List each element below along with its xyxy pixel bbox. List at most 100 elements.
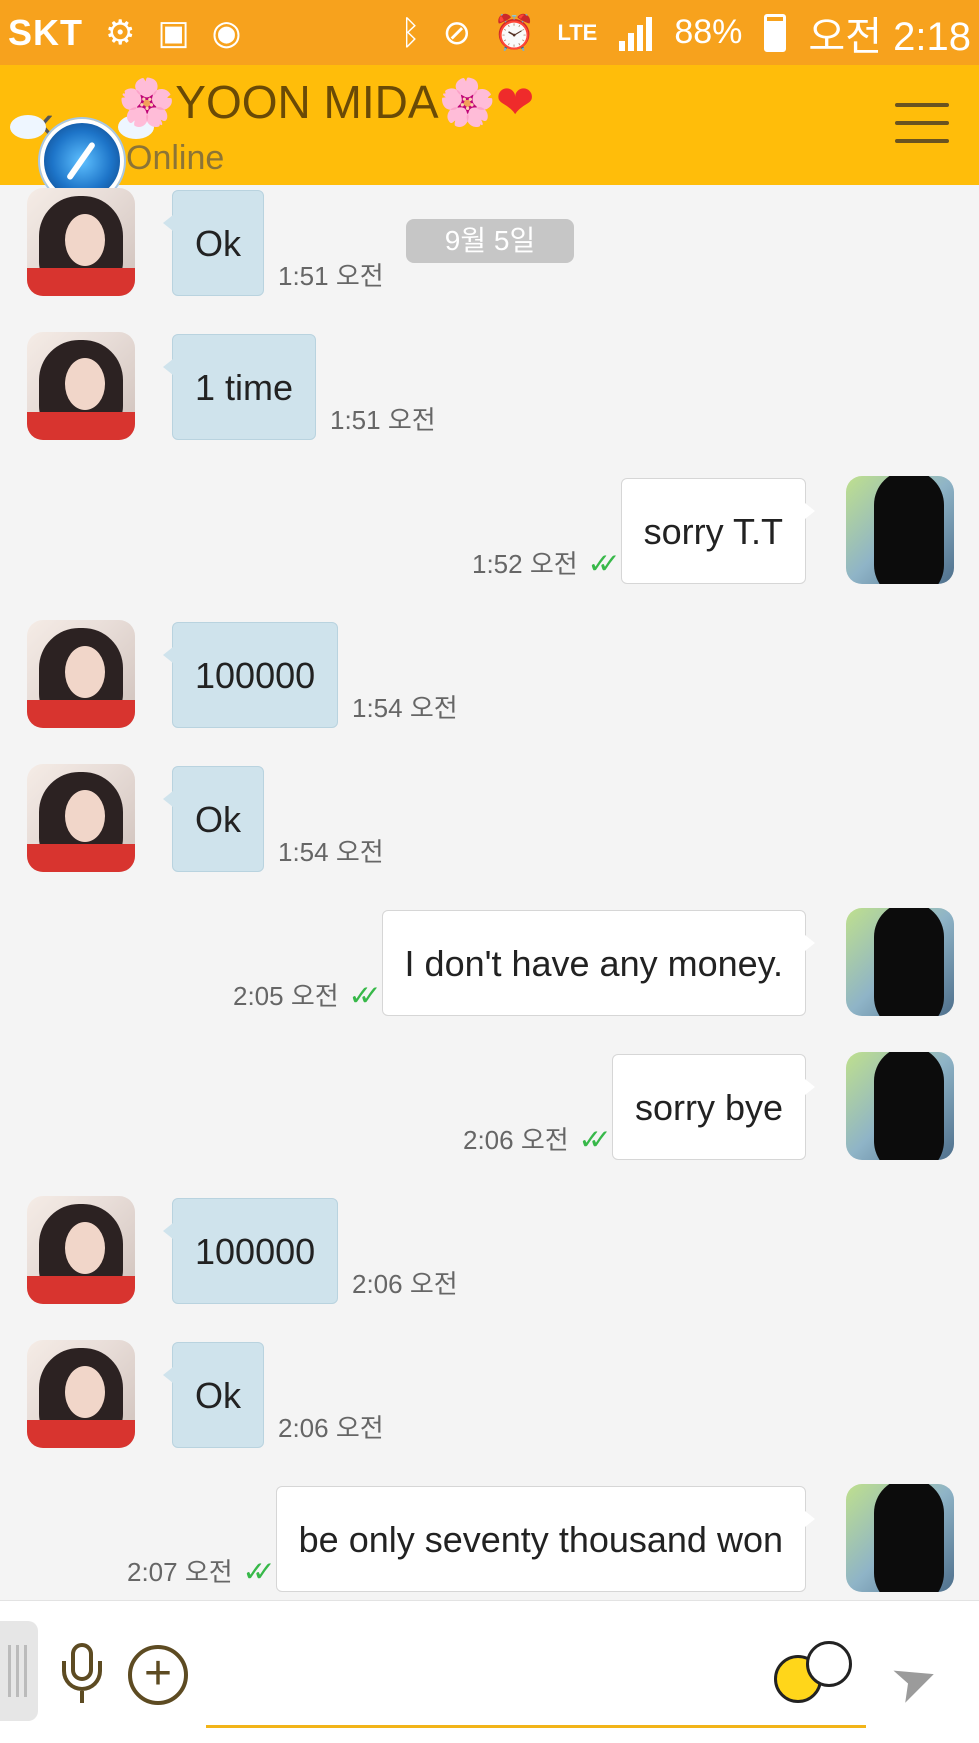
timestamp-text: 1:51 오전	[278, 261, 384, 291]
timestamp-text: 2:07 오전	[127, 1557, 233, 1587]
received-message-row: Ok 2:06 오전	[0, 1328, 979, 1448]
add-attachment-button[interactable]: +	[128, 1645, 188, 1705]
signal-icon	[619, 15, 653, 51]
sticker-button[interactable]	[774, 1641, 852, 1705]
sent-message-row: I don't have any money. 2:05 오전 ✓✓	[0, 896, 979, 1016]
battery-percent: 88%	[674, 13, 743, 51]
avatar-face	[65, 214, 105, 266]
my-avatar[interactable]	[846, 476, 954, 584]
read-receipt-icon: ✓✓	[348, 980, 382, 1011]
chat-title: 🌸YOON MIDA🌸❤	[118, 75, 534, 130]
avatar-shirt	[27, 412, 135, 440]
avatar-shirt	[27, 268, 135, 296]
battery-icon	[764, 13, 787, 52]
menu-button[interactable]	[895, 103, 949, 147]
image-icon: ▣	[157, 13, 190, 52]
message-bubble[interactable]: sorry bye	[611, 1054, 816, 1160]
read-receipt-icon: ✓✓	[242, 1556, 276, 1587]
message-timestamp: 1:51 오전	[330, 400, 436, 437]
redaction-mark	[874, 476, 944, 584]
contact-avatar[interactable]	[27, 1340, 135, 1448]
send-icon[interactable]: ➤	[883, 1644, 946, 1716]
message-timestamp: 2:06 오전	[278, 1408, 384, 1445]
message-input-wrapper	[206, 1631, 870, 1733]
avatar-shirt	[27, 844, 135, 872]
contact-avatar[interactable]	[27, 764, 135, 872]
message-timestamp: 2:06 오전	[352, 1264, 458, 1301]
timestamp-text: 2:06 오전	[352, 1269, 458, 1299]
drawer-handle[interactable]	[0, 1621, 38, 1721]
message-bubble[interactable]: 100000	[162, 622, 339, 728]
status-bar: SKT ⚙ ▣ ◉ ᛒ ⊘ ⏰ LTE 88% 오전 2:18	[0, 0, 979, 65]
sent-message-row: sorry T.T 1:52 오전 ✓✓	[0, 464, 979, 584]
clock: 오전 2:18	[808, 14, 971, 59]
redaction-mark	[874, 908, 944, 1016]
timestamp-text: 2:06 오전	[278, 1413, 384, 1443]
avatar-shirt	[27, 1420, 135, 1448]
contact-avatar[interactable]	[27, 332, 135, 440]
timestamp-text: 2:05 오전	[233, 981, 339, 1011]
menu-bar	[895, 121, 949, 125]
message-bubble[interactable]: 100000	[162, 1198, 339, 1304]
contact-avatar[interactable]	[27, 620, 135, 728]
avatar-face	[65, 358, 105, 410]
message-list[interactable]: 9월 5일 Ok 1:51 오전 1 time 1:51 오전 sorry T.T 1:5…	[0, 185, 979, 1600]
panda-sticker-icon	[806, 1641, 852, 1687]
message-timestamp: 2:06 오전 ✓✓	[463, 1120, 612, 1157]
received-message-row: 100000 1:54 오전	[0, 608, 979, 728]
message-bubble[interactable]: Ok	[162, 1342, 265, 1448]
contact-avatar[interactable]	[27, 188, 135, 296]
input-bar: + ➤	[0, 1600, 979, 1743]
menu-bar	[895, 139, 949, 143]
mute-icon: ⊘	[442, 13, 472, 52]
message-timestamp: 1:54 오전	[278, 832, 384, 869]
microphone-icon[interactable]	[58, 1643, 108, 1707]
read-receipt-icon: ✓✓	[587, 548, 621, 579]
avatar-face	[65, 1222, 105, 1274]
contact-avatar[interactable]	[27, 1196, 135, 1304]
menu-bar	[895, 103, 949, 107]
compass-needle	[65, 141, 97, 181]
my-avatar[interactable]	[846, 1052, 954, 1160]
avatar-face	[65, 1366, 105, 1418]
message-timestamp: 1:52 오전 ✓✓	[472, 544, 621, 581]
network-type-label: LTE	[557, 19, 598, 45]
message-timestamp: 2:05 오전 ✓✓	[233, 976, 382, 1013]
redaction-mark	[874, 1484, 944, 1592]
received-message-row: Ok 1:51 오전	[0, 185, 979, 296]
timestamp-text: 2:06 오전	[463, 1125, 569, 1155]
read-receipt-icon: ✓✓	[578, 1124, 612, 1155]
timestamp-text: 1:54 오전	[352, 693, 458, 723]
timestamp-text: 1:52 오전	[472, 549, 578, 579]
flower-icon: 🌸	[438, 76, 496, 128]
message-bubble[interactable]: 1 time	[162, 334, 317, 440]
flower-icon: 🌸	[118, 76, 176, 128]
contact-name: YOON MIDA	[175, 76, 439, 128]
avatar-shirt	[27, 700, 135, 728]
app-icon: ◉	[211, 13, 242, 52]
avatar-face	[65, 790, 105, 842]
heart-icon: ❤	[495, 76, 535, 128]
input-underline	[206, 1725, 866, 1728]
bluetooth-icon: ᛒ	[400, 13, 421, 52]
received-message-row: Ok 1:54 오전	[0, 752, 979, 872]
my-avatar[interactable]	[846, 908, 954, 1016]
redaction-mark	[874, 1052, 944, 1160]
contact-status: Online	[126, 139, 225, 177]
sent-message-row: sorry bye 2:06 오전 ✓✓	[0, 1040, 979, 1160]
timestamp-text: 1:54 오전	[278, 837, 384, 867]
my-avatar[interactable]	[846, 1484, 954, 1592]
message-input[interactable]	[206, 1631, 870, 1733]
message-bubble[interactable]: Ok	[162, 190, 265, 296]
message-bubble[interactable]: I don't have any money.	[381, 910, 816, 1016]
avatar-shirt	[27, 1276, 135, 1304]
message-bubble[interactable]: sorry T.T	[620, 478, 816, 584]
chat-header: ‹ 🌸YOON MIDA🌸❤ Online	[0, 65, 979, 203]
message-bubble[interactable]: Ok	[162, 766, 265, 872]
received-message-row: 1 time 1:51 오전	[0, 320, 979, 440]
status-bar-left: SKT ⚙ ▣ ◉	[8, 12, 241, 54]
alarm-icon: ⏰	[493, 13, 536, 52]
message-timestamp: 1:51 오전	[278, 256, 384, 293]
status-bar-right: ᛒ ⊘ ⏰ LTE 88% 오전 2:18	[400, 4, 971, 62]
message-bubble[interactable]: be only seventy thousand won	[275, 1486, 816, 1592]
